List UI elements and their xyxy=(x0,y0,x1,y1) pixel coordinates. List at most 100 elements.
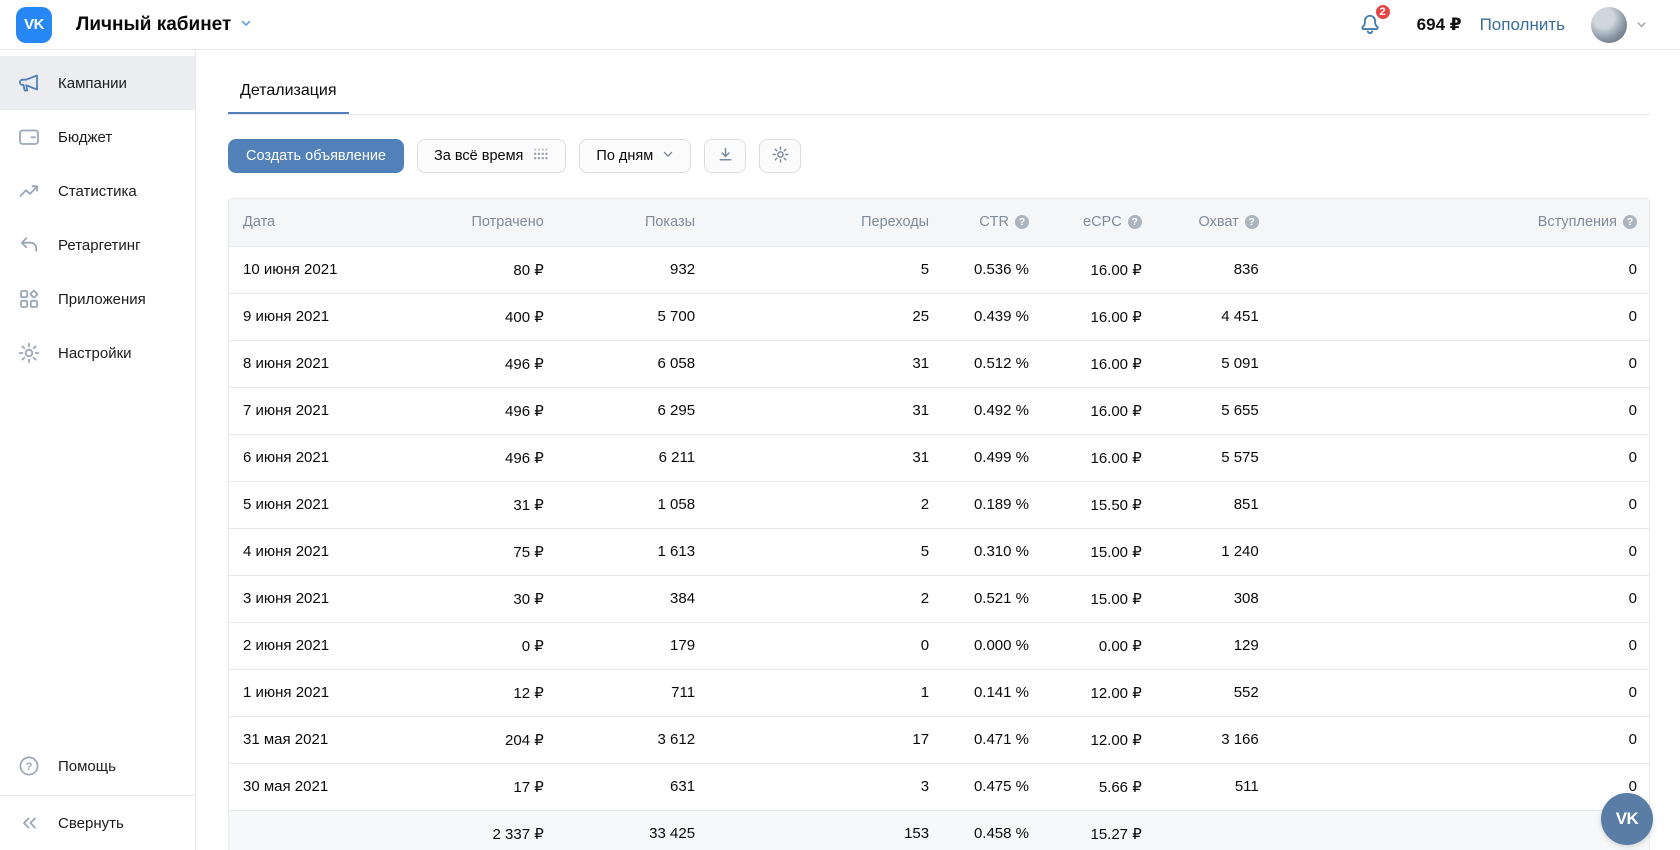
table-cell: 0.536 % xyxy=(941,245,1041,293)
support-chat-button[interactable]: VK xyxy=(1601,793,1653,845)
page-title: Личный кабинет xyxy=(76,13,232,35)
table-cell: 552 xyxy=(1153,668,1271,716)
table-cell: 31 мая 2021 xyxy=(229,715,415,763)
period-select-button[interactable]: За всё время xyxy=(417,139,567,173)
export-button[interactable] xyxy=(704,139,747,173)
table-cell: 10 июня 2021 xyxy=(229,245,415,293)
table-cell: 511 xyxy=(1153,762,1271,810)
table-cell: 129 xyxy=(1153,621,1271,669)
table-row: 31 мая 2021 204 ₽3 612 17 0.471 % 12.00 ₽3 1… xyxy=(229,715,1649,763)
create-ad-button[interactable]: Создать объявление xyxy=(228,139,405,173)
vk-logo[interactable]: VK xyxy=(16,6,52,43)
topup-link[interactable]: Пополнить xyxy=(1480,15,1565,35)
table-cell xyxy=(229,809,415,850)
table-row: 7 июня 2021 496 ₽6 295 31 0.492 % 16.00 ₽5 6… xyxy=(229,386,1649,434)
table-cell: 3 612 xyxy=(555,715,708,763)
notification-count-badge: 2 xyxy=(1373,2,1392,21)
column-header-label: Потрачено xyxy=(471,214,544,231)
help-icon[interactable]: ? xyxy=(1244,215,1259,230)
column-header: Вступления? xyxy=(1270,199,1649,246)
bell-icon xyxy=(1357,14,1383,40)
table-cell: 25 xyxy=(707,292,942,340)
table-cell: 31 xyxy=(707,386,942,434)
toolbar: Создать объявление За всё время По дням xyxy=(228,139,1650,173)
download-icon xyxy=(716,145,735,168)
sidebar-item-label: Настройки xyxy=(58,344,132,362)
column-header-label: Охват xyxy=(1198,214,1239,231)
table-cell: 12 ₽ xyxy=(414,668,556,716)
table-row: 2 июня 2021 0 ₽179 0 0.000 % 0.00 ₽129 0 xyxy=(229,621,1649,669)
avatar[interactable] xyxy=(1591,6,1627,43)
help-icon[interactable]: ? xyxy=(1623,215,1637,230)
table-cell: 0 xyxy=(1270,715,1649,763)
table-cell: 0.521 % xyxy=(941,574,1041,622)
period-label: За всё время xyxy=(434,148,524,164)
table-cell: 15.27 ₽ xyxy=(1041,809,1154,850)
table-cell: 496 ₽ xyxy=(414,433,556,481)
table-cell: 0 xyxy=(1270,386,1649,434)
table-cell: 932 xyxy=(555,245,708,293)
table-cell: 0 xyxy=(1270,668,1649,716)
table-cell: 0 xyxy=(1270,527,1649,575)
calendar-grid-icon xyxy=(532,146,549,167)
table-cell: 0.475 % xyxy=(941,762,1041,810)
sidebar-item-label: Свернуть xyxy=(58,814,124,832)
tab-bar: Детализация xyxy=(228,50,1650,115)
column-header: Охват? xyxy=(1153,199,1271,246)
grouping-select-button[interactable]: По дням xyxy=(579,139,692,173)
table-cell: 0.310 % xyxy=(941,527,1041,575)
topbar: VK Личный кабинет 2 694 ₽ Пополнить xyxy=(0,0,1680,50)
notifications-button[interactable]: 2 xyxy=(1357,2,1392,40)
table-cell: 4 451 xyxy=(1153,292,1271,340)
sidebar-item-collapse[interactable]: Свернуть xyxy=(0,796,195,850)
column-header: CTR? xyxy=(941,199,1041,246)
table-settings-button[interactable] xyxy=(759,139,802,173)
table-cell: 31 xyxy=(707,433,942,481)
table-cell: 7 июня 2021 xyxy=(229,386,415,434)
table-cell: 5.66 ₽ xyxy=(1041,762,1154,810)
table-cell: 2 xyxy=(707,480,942,528)
table-cell: 496 ₽ xyxy=(414,386,556,434)
table-cell xyxy=(1270,809,1649,850)
table-cell: 6 июня 2021 xyxy=(229,433,415,481)
table-header-row: Дата Потрачено Показы Переходы CTR? eCPC? Охва… xyxy=(229,199,1649,246)
tab-detalization[interactable]: Детализация xyxy=(228,74,349,114)
sidebar-item-5[interactable]: Настройки xyxy=(0,326,195,380)
table-cell: 1 xyxy=(707,668,942,716)
table-cell: 0.512 % xyxy=(941,339,1041,387)
help-icon[interactable]: ? xyxy=(1015,215,1029,230)
sidebar-item-3[interactable]: Ретаргетинг xyxy=(0,218,195,272)
table-cell: 2 июня 2021 xyxy=(229,621,415,669)
table-cell: 153 xyxy=(707,809,942,850)
table-cell: 0.439 % xyxy=(941,292,1041,340)
sidebar-item-help[interactable]: ? Помощь xyxy=(0,739,195,793)
question-icon: ? xyxy=(17,754,41,778)
cabinet-switcher[interactable]: Личный кабинет xyxy=(76,14,253,36)
table-cell: 8 июня 2021 xyxy=(229,339,415,387)
table-cell: 836 xyxy=(1153,245,1271,293)
sidebar-item-0[interactable]: Кампании xyxy=(0,56,195,110)
table-row: 30 мая 2021 17 ₽631 3 0.475 % 5.66 ₽511 0 xyxy=(229,762,1649,810)
sidebar-item-4[interactable]: Приложения xyxy=(0,272,195,326)
table-cell: 0.471 % xyxy=(941,715,1041,763)
table-row: 8 июня 2021 496 ₽6 058 31 0.512 % 16.00 ₽5 0… xyxy=(229,339,1649,387)
table-cell: 3 xyxy=(707,762,942,810)
help-icon[interactable]: ? xyxy=(1127,215,1142,230)
sidebar-item-1[interactable]: Бюджет xyxy=(0,110,195,164)
apps-icon xyxy=(17,287,41,311)
table-row: 9 июня 2021 400 ₽5 700 25 0.439 % 16.00 ₽4 4… xyxy=(229,292,1649,340)
table-cell: 851 xyxy=(1153,480,1271,528)
sidebar-item-2[interactable]: Статистика xyxy=(0,164,195,218)
column-header: Дата xyxy=(229,199,415,246)
account-menu-chevron-icon[interactable] xyxy=(1635,18,1648,31)
column-header-label: CTR xyxy=(979,214,1009,231)
table-cell: 9 июня 2021 xyxy=(229,292,415,340)
table-cell: 179 xyxy=(555,621,708,669)
table-cell: 0.492 % xyxy=(941,386,1041,434)
sidebar-item-label: Кампании xyxy=(58,74,127,92)
balance-amount: 694 ₽ xyxy=(1416,14,1462,34)
table-cell: 6 295 xyxy=(555,386,708,434)
column-header: Переходы xyxy=(707,199,942,246)
table-cell: 16.00 ₽ xyxy=(1041,433,1154,481)
table-cell: 15.00 ₽ xyxy=(1041,574,1154,622)
